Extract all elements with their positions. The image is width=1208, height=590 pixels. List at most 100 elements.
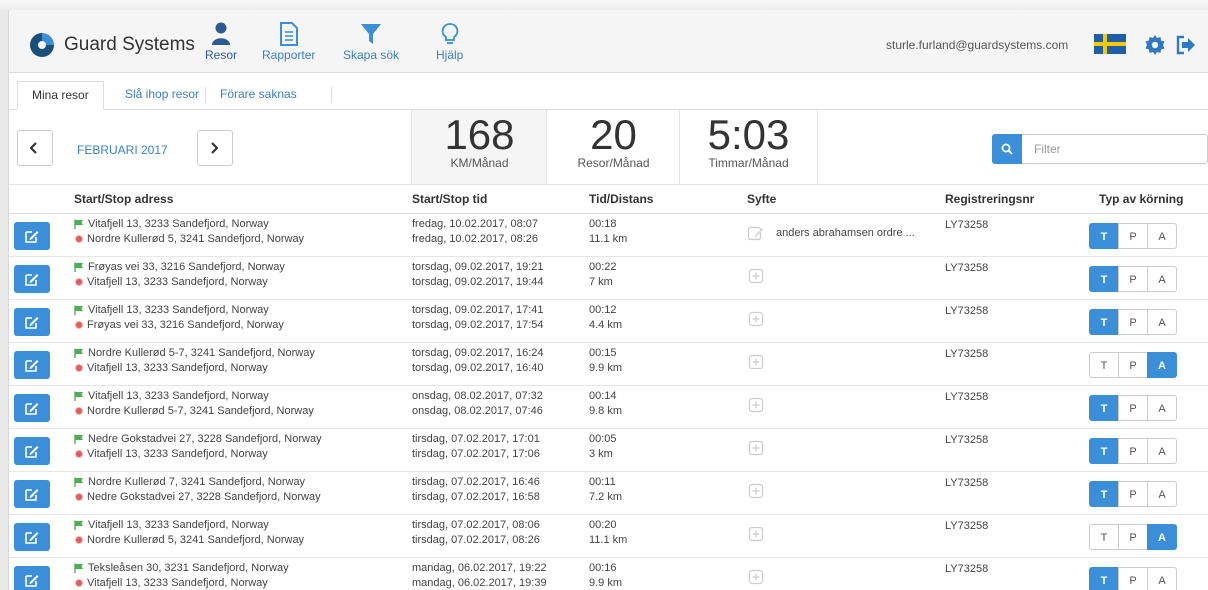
edit-trip-button[interactable] bbox=[14, 222, 50, 250]
start-flag-icon bbox=[74, 477, 83, 488]
nav-hjalp[interactable]: Hjälp bbox=[436, 22, 463, 62]
trip-type-toggle: TPA bbox=[1089, 223, 1177, 249]
edit-trip-button[interactable] bbox=[14, 523, 50, 551]
search-button[interactable] bbox=[992, 134, 1022, 164]
trip-purpose[interactable]: anders abrahamsen ordre ... bbox=[776, 227, 926, 239]
trip-type-option[interactable]: P bbox=[1118, 567, 1148, 590]
trip-type-option[interactable]: P bbox=[1118, 223, 1148, 249]
nav-rapporter[interactable]: Rapporter bbox=[262, 22, 315, 62]
trip-type-option[interactable]: A bbox=[1147, 395, 1177, 421]
edit-trip-button[interactable] bbox=[14, 308, 50, 336]
brand-name: Guard Systems bbox=[64, 34, 195, 55]
next-month-button[interactable] bbox=[197, 130, 233, 166]
column-header-type[interactable]: Typ av körning bbox=[1099, 192, 1183, 206]
trip-type-option[interactable]: P bbox=[1118, 352, 1148, 378]
trip-type-option[interactable]: P bbox=[1118, 309, 1148, 335]
edit-trip-button[interactable] bbox=[14, 437, 50, 465]
column-header-address[interactable]: Start/Stop adress bbox=[74, 192, 173, 206]
column-header-registration[interactable]: Registreringsnr bbox=[945, 192, 1034, 206]
add-purpose-icon[interactable] bbox=[747, 568, 765, 586]
trips-value: 20 bbox=[590, 111, 637, 158]
add-purpose-icon[interactable] bbox=[747, 310, 765, 328]
document-icon bbox=[279, 22, 298, 46]
add-purpose-icon[interactable] bbox=[747, 396, 765, 414]
stop-address: Nordre Kullerød 5-7, 3241 Sandefjord, No… bbox=[74, 405, 314, 417]
trip-type-option[interactable]: A bbox=[1147, 524, 1177, 550]
nav-hjalp-label: Hjälp bbox=[436, 48, 464, 62]
trip-type-option[interactable]: T bbox=[1089, 352, 1119, 378]
edit-trip-button[interactable] bbox=[14, 265, 50, 293]
start-flag-icon bbox=[74, 219, 83, 230]
trip-duration: 00:05 bbox=[589, 433, 617, 445]
column-header-duration[interactable]: Tid/Distans bbox=[589, 192, 653, 206]
table-row: Frøyas vei 33, 3216 Sandefjord, Norway Vi… bbox=[9, 257, 1208, 300]
stop-marker-icon bbox=[75, 321, 83, 330]
tab-sla-ihop-resor[interactable]: Slå ihop resor bbox=[111, 81, 213, 108]
edit-trip-button[interactable] bbox=[14, 351, 50, 379]
tab-forare-saknas[interactable]: Förare saknas bbox=[206, 81, 311, 108]
start-address-text: Nedre Gokstadvei 27, 3228 Sandefjord, No… bbox=[88, 433, 322, 445]
start-time: fredag, 10.02.2017, 08:07 bbox=[412, 218, 538, 230]
start-address-text: Nordre Kullerød 7, 3241 Sandefjord, Norw… bbox=[88, 476, 306, 488]
trip-type-option[interactable]: A bbox=[1147, 481, 1177, 507]
trip-type-option[interactable]: P bbox=[1118, 438, 1148, 464]
stop-marker-icon bbox=[75, 364, 83, 373]
trip-type-toggle: TPA bbox=[1089, 438, 1177, 464]
filter-input[interactable] bbox=[1022, 134, 1208, 164]
stop-marker-icon bbox=[75, 579, 83, 588]
trip-type-option[interactable]: T bbox=[1089, 223, 1119, 249]
trip-duration: 00:16 bbox=[589, 562, 617, 574]
trip-type-option[interactable]: A bbox=[1147, 352, 1177, 378]
start-flag-icon bbox=[74, 563, 83, 574]
trip-type-option[interactable]: T bbox=[1089, 567, 1119, 590]
add-purpose-icon[interactable] bbox=[747, 439, 765, 457]
trip-type-option[interactable]: T bbox=[1089, 309, 1119, 335]
column-header-purpose[interactable]: Syfte bbox=[747, 192, 776, 206]
logout-icon[interactable] bbox=[1176, 35, 1196, 55]
trip-type-option[interactable]: T bbox=[1089, 438, 1119, 464]
edit-purpose-icon[interactable] bbox=[747, 224, 765, 242]
edit-trip-button[interactable] bbox=[14, 566, 50, 590]
column-header-time[interactable]: Start/Stop tid bbox=[412, 192, 487, 206]
add-purpose-icon[interactable] bbox=[747, 353, 765, 371]
gear-icon[interactable] bbox=[1145, 35, 1165, 55]
trip-type-option[interactable]: P bbox=[1118, 481, 1148, 507]
trip-type-option[interactable]: P bbox=[1118, 524, 1148, 550]
stop-time: torsdag, 09.02.2017, 17:54 bbox=[412, 319, 544, 331]
trip-type-option[interactable]: T bbox=[1089, 266, 1119, 292]
trip-type-option[interactable]: A bbox=[1147, 223, 1177, 249]
swedish-flag-icon[interactable] bbox=[1094, 34, 1126, 54]
trip-type-option[interactable]: P bbox=[1118, 395, 1148, 421]
nav-skapa-sok[interactable]: Skapa sök bbox=[343, 22, 399, 62]
edit-trip-button[interactable] bbox=[14, 480, 50, 508]
nav-resor[interactable]: Resor bbox=[205, 22, 237, 62]
current-month: FEBRUARI 2017 bbox=[77, 143, 168, 157]
stop-time: onsdag, 08.02.2017, 07:46 bbox=[412, 405, 543, 417]
start-address-text: Teksleåsen 30, 3231 Sandefjord, Norway bbox=[88, 562, 289, 574]
trip-distance: 7.2 km bbox=[589, 491, 623, 503]
table-row: Nordre Kullerød 5-7, 3241 Sandefjord, No… bbox=[9, 343, 1208, 386]
trip-type-option[interactable]: T bbox=[1089, 395, 1119, 421]
start-flag-icon bbox=[74, 391, 83, 402]
stop-marker-icon bbox=[75, 450, 83, 459]
user-email[interactable]: sturle.furland@guardsystems.com bbox=[886, 38, 1068, 52]
trip-type-option[interactable]: A bbox=[1147, 438, 1177, 464]
add-purpose-icon[interactable] bbox=[747, 525, 765, 543]
tab-mina-resor[interactable]: Mina resor bbox=[17, 81, 104, 110]
trip-type-option[interactable]: A bbox=[1147, 309, 1177, 335]
stop-time: tirsdag, 07.02.2017, 08:26 bbox=[412, 534, 540, 546]
trip-type-option[interactable]: A bbox=[1147, 266, 1177, 292]
trip-type-option[interactable]: T bbox=[1089, 481, 1119, 507]
add-purpose-icon[interactable] bbox=[747, 267, 765, 285]
add-purpose-icon[interactable] bbox=[747, 482, 765, 500]
edit-trip-button[interactable] bbox=[14, 394, 50, 422]
previous-month-button[interactable] bbox=[17, 130, 53, 166]
trip-type-option[interactable]: A bbox=[1147, 567, 1177, 590]
trip-duration: 00:11 bbox=[589, 476, 616, 488]
trip-type-option[interactable]: P bbox=[1118, 266, 1148, 292]
trip-type-option[interactable]: T bbox=[1089, 524, 1119, 550]
edit-icon bbox=[25, 575, 39, 587]
stop-address: Nordre Kullerød 5, 3241 Sandefjord, Norw… bbox=[74, 233, 304, 245]
chevron-right-icon bbox=[211, 142, 218, 154]
trip-distance: 9.9 km bbox=[589, 362, 623, 374]
